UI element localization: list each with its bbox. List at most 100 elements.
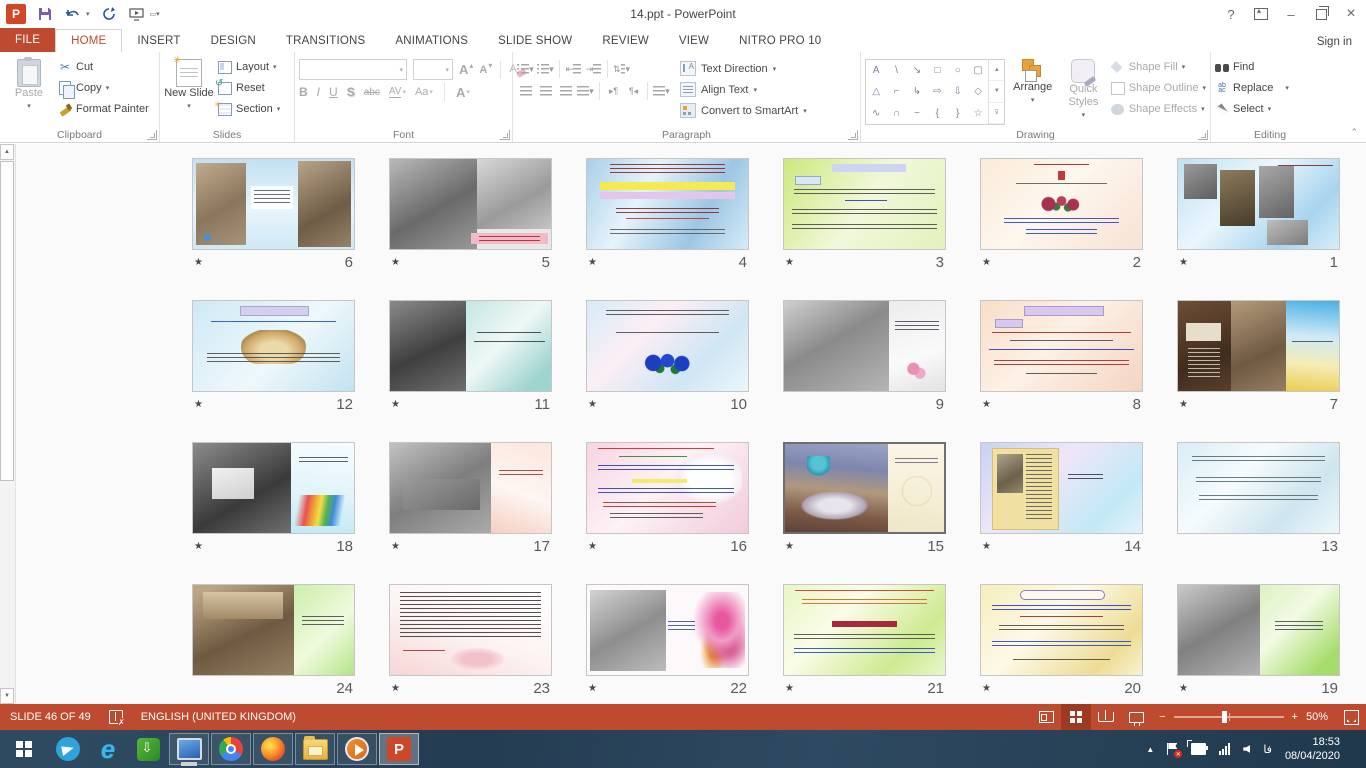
- taskbar-powerpoint[interactable]: P: [379, 733, 419, 765]
- slide-thumbnail-7[interactable]: ★7: [1177, 300, 1340, 413]
- shape-glyph-6[interactable]: △: [866, 81, 886, 102]
- fit-slide-to-window-icon[interactable]: [1336, 704, 1366, 730]
- start-button[interactable]: [0, 730, 48, 768]
- tab-insert[interactable]: INSERT: [122, 29, 195, 52]
- layout-button[interactable]: Layout▾: [218, 57, 280, 77]
- input-language-indicator[interactable]: فا: [1263, 743, 1272, 756]
- tab-transitions[interactable]: TRANSITIONS: [271, 29, 381, 52]
- slide-thumbnail-19[interactable]: ★19: [1177, 584, 1340, 697]
- bullets-button[interactable]: ▾: [517, 62, 534, 77]
- shape-glyph-8[interactable]: ↳: [907, 81, 927, 102]
- undo-icon[interactable]: [64, 5, 82, 23]
- scrollbar-thumb[interactable]: [0, 161, 14, 481]
- shape-glyph-14[interactable]: ~: [907, 103, 927, 124]
- zoom-level[interactable]: 50%: [1306, 711, 1336, 723]
- shadow-button[interactable]: S: [347, 85, 355, 99]
- slide-thumbnail-14[interactable]: ★14: [980, 442, 1143, 555]
- arrange-button[interactable]: Arrange▾: [1009, 55, 1056, 126]
- shapes-gallery[interactable]: A\↘□○▢△⌐↳⇨⇩◇∿∩~{}☆ ▲▼⊽: [865, 59, 1005, 125]
- slide-thumbnail-16[interactable]: ★16: [586, 442, 749, 555]
- shape-glyph-7[interactable]: ⌐: [886, 81, 906, 102]
- undo-dropdown-icon[interactable]: ▾: [86, 10, 90, 18]
- tab-animations[interactable]: ANIMATIONS: [380, 29, 483, 52]
- select-button[interactable]: Select▾: [1215, 99, 1289, 119]
- slide-thumbnail-17[interactable]: ★17: [389, 442, 552, 555]
- align-text-button[interactable]: Align Text▾: [680, 80, 807, 99]
- animation-star-icon[interactable]: ★: [391, 257, 400, 269]
- shape-glyph-4[interactable]: ○: [948, 60, 968, 81]
- save-icon[interactable]: [36, 5, 54, 23]
- normal-view-button[interactable]: [1031, 704, 1061, 730]
- justify-button[interactable]: ▾: [577, 84, 594, 99]
- language-indicator[interactable]: ENGLISH (UNITED KINGDOM): [141, 711, 296, 723]
- shape-fill-button[interactable]: Shape Fill▾: [1111, 57, 1206, 77]
- grow-font-button[interactable]: A▴: [459, 62, 473, 77]
- slide-thumbnail-20[interactable]: ★20: [980, 584, 1143, 697]
- animation-star-icon[interactable]: ★: [588, 257, 597, 269]
- numbering-button[interactable]: ▾: [537, 62, 554, 77]
- slide-thumbnail-23[interactable]: ★23: [389, 584, 552, 697]
- clipboard-dialog-launcher[interactable]: [147, 130, 157, 140]
- copy-button[interactable]: Copy▾: [58, 78, 149, 98]
- slide-thumbnail-8[interactable]: ★8: [980, 300, 1143, 413]
- font-name-combo[interactable]: ▾: [299, 59, 407, 80]
- taskbar-media-player[interactable]: [337, 733, 377, 765]
- reset-button[interactable]: Reset: [218, 78, 280, 98]
- columns-button[interactable]: ▾: [653, 84, 670, 99]
- reading-view-button[interactable]: [1091, 704, 1121, 730]
- decrease-indent-button[interactable]: ⇤: [565, 62, 582, 77]
- shape-glyph-13[interactable]: ∩: [886, 103, 906, 124]
- tab-file[interactable]: FILE: [0, 28, 55, 52]
- left-to-right-button[interactable]: ▸¶: [605, 84, 622, 99]
- slide-thumbnail-24[interactable]: 24: [192, 584, 355, 697]
- tab-view[interactable]: VIEW: [664, 29, 724, 52]
- shrink-font-button[interactable]: A▾: [479, 64, 492, 76]
- slide-thumbnail-9[interactable]: 9: [783, 300, 946, 413]
- animation-star-icon[interactable]: ★: [785, 257, 794, 269]
- collapse-ribbon-icon[interactable]: ⌃: [1350, 127, 1358, 138]
- section-button[interactable]: Section▾: [218, 99, 280, 119]
- shape-glyph-0[interactable]: A: [866, 60, 886, 81]
- minimize-icon[interactable]: –: [1276, 1, 1306, 27]
- slide-thumbnail-21[interactable]: ★21: [783, 584, 946, 697]
- animation-star-icon[interactable]: ★: [194, 257, 203, 269]
- taskbar-telegram[interactable]: [48, 730, 88, 768]
- slide-sorter-view-button[interactable]: [1061, 704, 1091, 730]
- animation-star-icon[interactable]: ★: [194, 541, 203, 553]
- slide-thumbnail-5[interactable]: ★5: [389, 158, 552, 271]
- align-right-button[interactable]: [557, 84, 574, 99]
- hidden-icons-chevron[interactable]: ▲: [1146, 745, 1154, 754]
- tab-slide-show[interactable]: SLIDE SHOW: [483, 29, 587, 52]
- zoom-in-icon[interactable]: +: [1292, 711, 1298, 723]
- align-left-button[interactable]: [517, 84, 534, 99]
- taskbar-idm[interactable]: [128, 730, 168, 768]
- volume-icon[interactable]: [1243, 745, 1250, 753]
- change-case-button[interactable]: Aa▾: [415, 86, 433, 98]
- tab-design[interactable]: DESIGN: [196, 29, 271, 52]
- animation-star-icon[interactable]: ★: [982, 683, 991, 695]
- italic-button[interactable]: I: [317, 85, 320, 99]
- slide-thumbnail-3[interactable]: ★3: [783, 158, 946, 271]
- taskbar-remote-desktop[interactable]: [169, 733, 209, 765]
- animation-star-icon[interactable]: ★: [391, 683, 400, 695]
- slide-show-button[interactable]: [1121, 704, 1151, 730]
- taskbar-internet-explorer[interactable]: e: [88, 730, 128, 768]
- shape-glyph-17[interactable]: ☆: [968, 103, 988, 124]
- drawing-dialog-launcher[interactable]: [1198, 130, 1208, 140]
- right-to-left-button[interactable]: ¶◂: [625, 84, 642, 99]
- slide-thumbnail-22[interactable]: ★22: [586, 584, 749, 697]
- animation-star-icon[interactable]: ★: [391, 541, 400, 553]
- shape-glyph-16[interactable]: }: [948, 103, 968, 124]
- animation-star-icon[interactable]: ★: [1179, 683, 1188, 695]
- slide-thumbnail-1[interactable]: ★1: [1177, 158, 1340, 271]
- restore-icon[interactable]: [1306, 1, 1336, 27]
- slide-thumbnail-6[interactable]: ★6: [192, 158, 355, 271]
- shape-glyph-1[interactable]: \: [886, 60, 906, 81]
- font-size-combo[interactable]: ▾: [413, 59, 453, 80]
- scroll-up-icon[interactable]: ▲: [0, 144, 14, 160]
- find-button[interactable]: Find: [1215, 57, 1289, 77]
- slide-thumbnail-15[interactable]: ★15: [783, 442, 946, 555]
- slide-thumbnail-13[interactable]: 13: [1177, 442, 1340, 555]
- animation-star-icon[interactable]: ★: [588, 683, 597, 695]
- shape-outline-button[interactable]: Shape Outline▾: [1111, 78, 1206, 98]
